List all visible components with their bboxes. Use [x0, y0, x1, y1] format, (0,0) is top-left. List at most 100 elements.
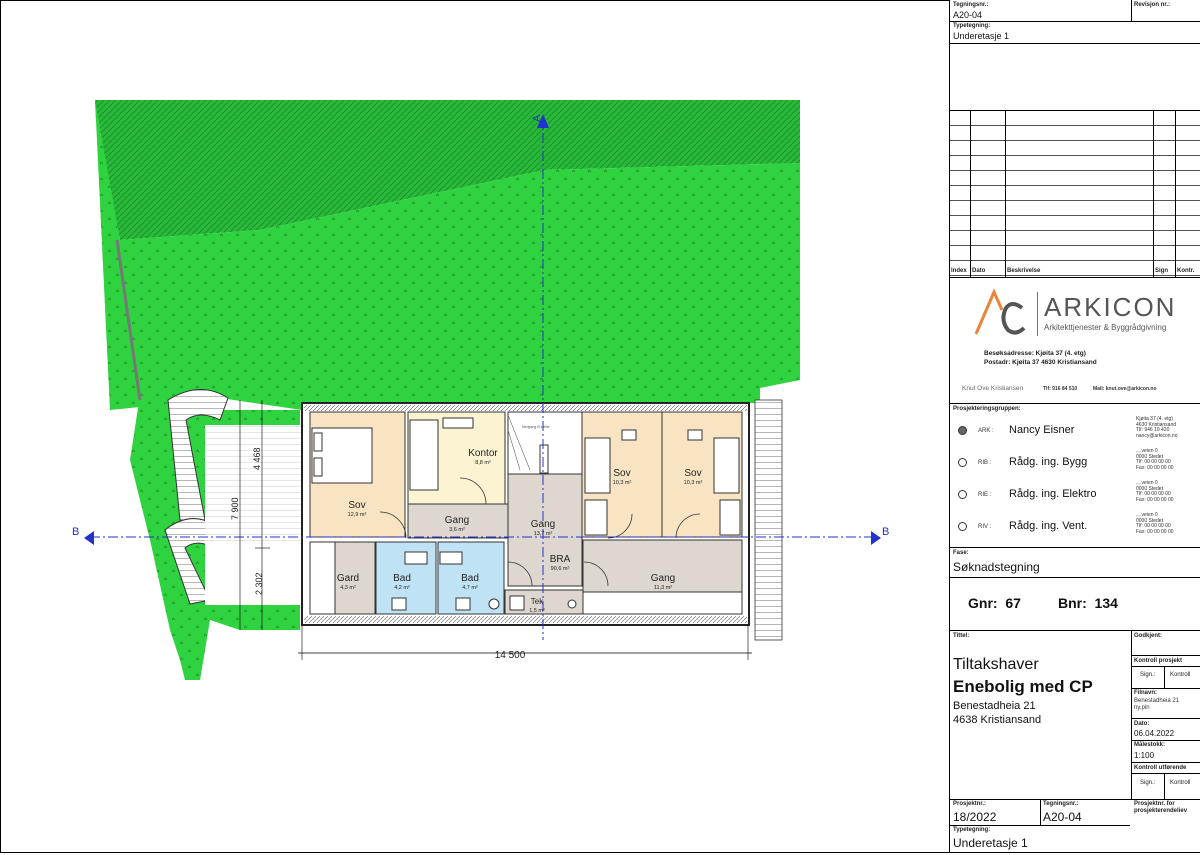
terrain-strip: [165, 600, 210, 680]
room-name: Bad: [461, 573, 479, 584]
group-radio-1[interactable]: [958, 458, 967, 467]
revision-row: [950, 215, 1200, 216]
arkicon-logo-icon: [974, 288, 1026, 335]
control-exec-label: Kontroll utførende: [1134, 765, 1187, 771]
drawing-no-label: Tegningsnr.:: [953, 2, 989, 8]
room-name: Bad: [393, 573, 411, 584]
rev-header-desc: Beskrivelse: [1007, 268, 1041, 274]
room-name: Gang: [445, 515, 469, 526]
revision-row: [950, 170, 1200, 171]
date-label: Dato:: [1134, 721, 1150, 727]
revision-row: [950, 155, 1200, 156]
company-name: ARKICON: [1044, 292, 1177, 322]
dimension-total: 14 500: [495, 650, 526, 661]
file-label: Filnavn:: [1134, 690, 1158, 696]
section-a-label: A: [531, 114, 543, 122]
room-area: 4,7 m²: [462, 585, 478, 591]
group-member-name: Nancy Eisner: [1009, 424, 1075, 436]
title-block: Tegningsnr.: A20-04 Revisjon nr.: Typete…: [949, 0, 1200, 853]
drawing-type: Underetasje 1: [953, 31, 1010, 41]
gnr: Gnr: 67: [968, 595, 1021, 611]
room-area: 4,2 m²: [394, 585, 410, 591]
stair-note: Nedgang til kjeller: [522, 425, 551, 429]
approved-label: Godkjent:: [1134, 633, 1162, 639]
revision-row: [950, 245, 1200, 246]
room-area: 13,7 m²: [534, 531, 553, 537]
file-name-1: Benestadheia 21: [1134, 698, 1180, 704]
group-member-name: Rådg. ing. Vent.: [1009, 520, 1088, 532]
dimension-1: 4 468: [252, 447, 262, 470]
revision-row: [950, 275, 1200, 276]
contact-mail: Mail: knut.ove@arkicon.no: [1093, 386, 1157, 392]
room-area: 90,6 m²: [551, 566, 570, 572]
room-name: Tek: [531, 597, 544, 606]
stair-right: [754, 399, 783, 641]
kontroll-label-2: Kontroll: [1170, 780, 1191, 786]
company-tagline: Arkitekttjenester & Byggrådgivning: [1044, 323, 1167, 332]
revision-row: [950, 125, 1200, 126]
section-b-label-left: B: [72, 526, 79, 538]
project-mgr-label: Prosjektnr. for prosjekterendeliev: [1134, 801, 1188, 814]
project-name: Enebolig med CP: [953, 677, 1093, 696]
address-2: 4638 Kristiansand: [953, 714, 1042, 726]
room-gang-2: [507, 473, 583, 587]
revision-row: [950, 185, 1200, 186]
rev-header-kontr: Kontr.: [1177, 268, 1195, 274]
group-member-name: Rådg. ing. Bygg: [1009, 456, 1088, 468]
title-label: Tittel:: [953, 633, 970, 639]
drawing-type-label-2: Typetegning:: [953, 827, 991, 833]
drawing-type-2: Underetasje 1: [953, 836, 1028, 850]
group-radio-0[interactable]: [958, 426, 967, 435]
room-area: 4,3 m²: [340, 585, 356, 591]
group-code: RIB :: [978, 460, 992, 466]
group-radio-3[interactable]: [958, 522, 967, 531]
room-name: BRA: [550, 554, 571, 565]
revision-row: [950, 200, 1200, 201]
drawing-type-label: Typetegning:: [953, 23, 991, 29]
bed-sov-2: [584, 437, 611, 494]
revision-label: Revisjon nr.:: [1134, 2, 1171, 8]
section-b-arrow-right: [871, 531, 881, 545]
room-name: Gang: [651, 573, 675, 584]
file-name-2: ny.pln: [1134, 705, 1150, 711]
revision-row: [950, 230, 1200, 231]
kontroll-label-1: Kontroll: [1170, 672, 1191, 678]
bnr: Bnr: 134: [1058, 595, 1118, 611]
group-radio-2[interactable]: [958, 490, 967, 499]
group-code: RIE :: [978, 492, 992, 498]
revision-row: [950, 140, 1200, 141]
address-1: Benestadheia 21: [953, 700, 1036, 712]
sign-label-1: Sign.:: [1140, 672, 1156, 678]
group-member-info: nancy@arkicon.no: [1136, 432, 1178, 439]
sofa-kontor: [409, 419, 439, 491]
section-b-arrow-left: [84, 531, 94, 545]
room-name: Gang: [531, 519, 555, 530]
section-b-label-right: B: [882, 526, 889, 538]
room-area: 3,6 m²: [449, 527, 465, 533]
date-value: 06.04.2022: [1134, 729, 1175, 738]
group-code: RIV :: [978, 524, 992, 530]
room-name: Sov: [348, 500, 365, 511]
dimension-3: 2 302: [254, 572, 264, 595]
room-name: Sov: [613, 468, 630, 479]
drawing-sheet: A B B 14 500 4 468 7 900 2 302 Nedgang t…: [0, 0, 1201, 855]
scale-label: Målestokk:: [1134, 742, 1166, 748]
group-code: ARK :: [978, 428, 994, 434]
contact-name: Knut Ove Kristiansen: [962, 385, 1024, 392]
rev-header-sign: Sign: [1155, 268, 1168, 274]
bed-sov-3: [713, 437, 740, 494]
rev-header-date: Dato: [972, 268, 986, 274]
dimension-2: 7 900: [230, 497, 240, 520]
group-member-name: Rådg. ing. Elektro: [1009, 488, 1097, 500]
sign-label-2: Sign.:: [1140, 780, 1156, 786]
room-area: 10,3 m²: [613, 480, 632, 486]
phase-value: Søknadstegning: [953, 560, 1040, 574]
revision-row: [950, 260, 1200, 261]
room-area: 10,3 m²: [684, 480, 703, 486]
drawing-no: A20-04: [953, 10, 983, 20]
room-name: Sov: [684, 468, 701, 479]
room-name: Gard: [337, 573, 359, 584]
group-member-info: Fax: 00 00 00 00: [1136, 464, 1174, 471]
post-address: Postadr: Kjøita 37 4630 Kristiansand: [984, 359, 1097, 366]
project-no: 18/2022: [953, 810, 997, 824]
